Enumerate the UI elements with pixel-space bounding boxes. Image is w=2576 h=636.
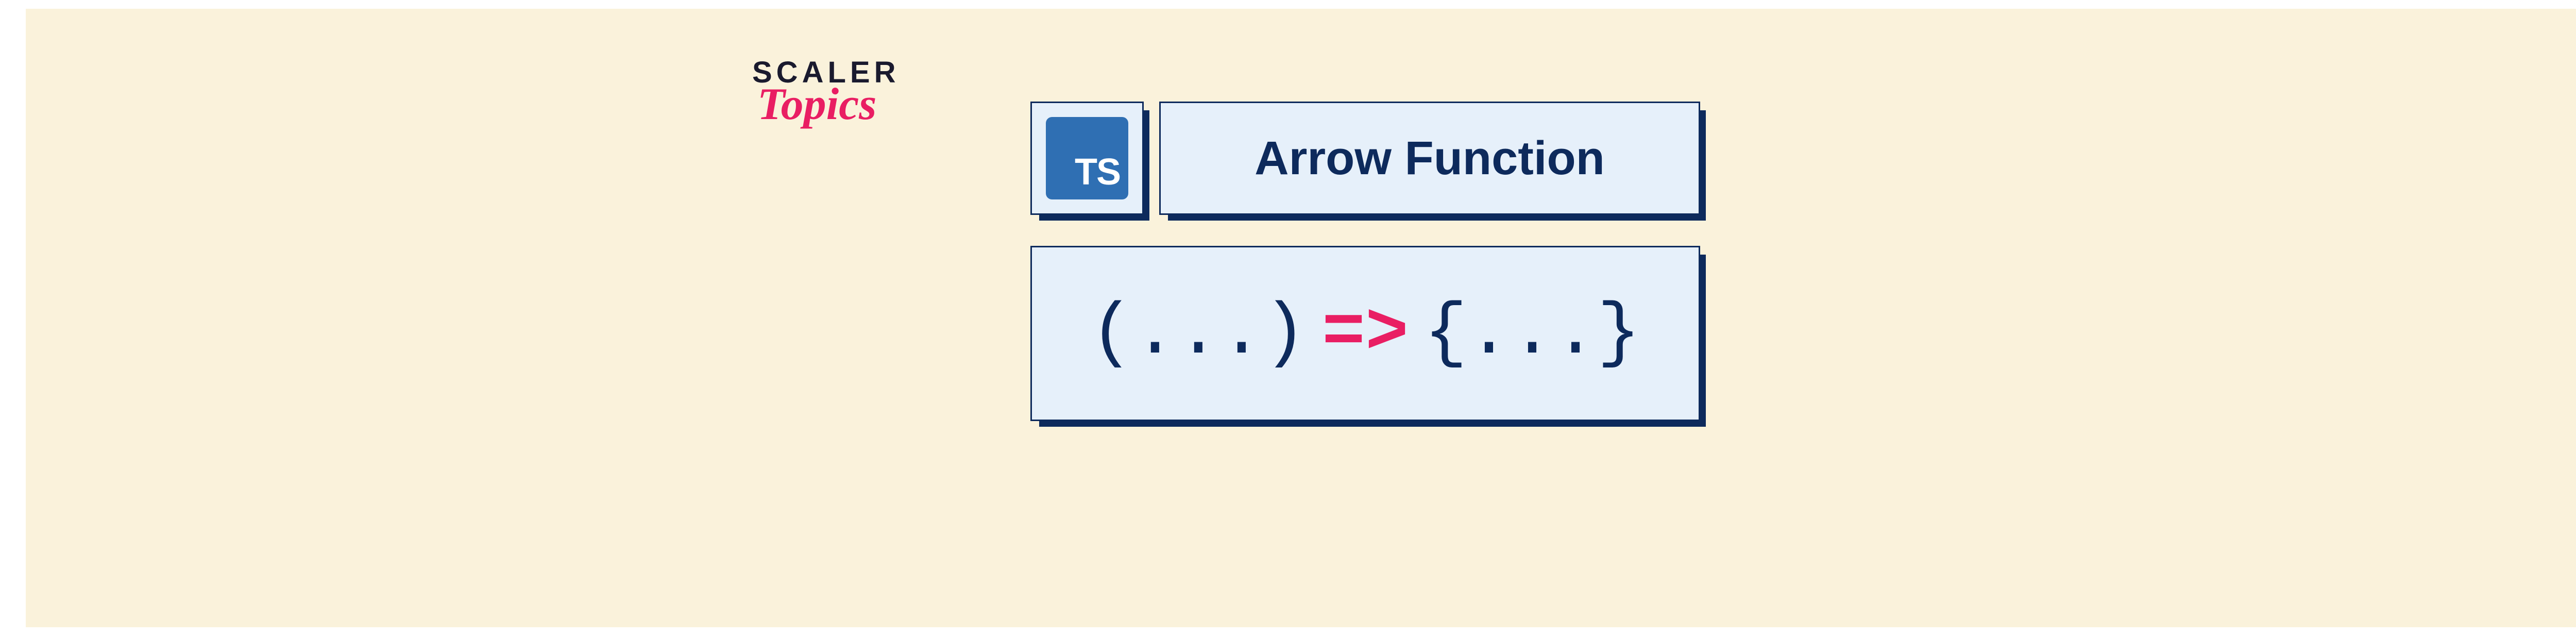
logo-sub: Topics	[757, 78, 876, 130]
header-row: TS Arrow Function	[1030, 102, 1700, 215]
scaler-logo: SCALER Topics	[752, 55, 900, 130]
syntax-body: {...}	[1424, 293, 1640, 375]
syntax-box: (...) => {...}	[1030, 246, 1700, 421]
title-box: Arrow Function	[1159, 102, 1700, 215]
syntax-arrow: =>	[1322, 293, 1409, 375]
content-area: TS Arrow Function (...) => {...}	[1030, 102, 1700, 421]
diagram-canvas: SCALER Topics TS Arrow Function (...) =>	[26, 9, 2576, 627]
page-title: Arrow Function	[1255, 131, 1605, 186]
ts-icon-text: TS	[1075, 151, 1120, 193]
typescript-icon: TS	[1046, 117, 1128, 199]
syntax-params: (...)	[1090, 293, 1307, 375]
ts-badge-box: TS	[1030, 102, 1144, 215]
